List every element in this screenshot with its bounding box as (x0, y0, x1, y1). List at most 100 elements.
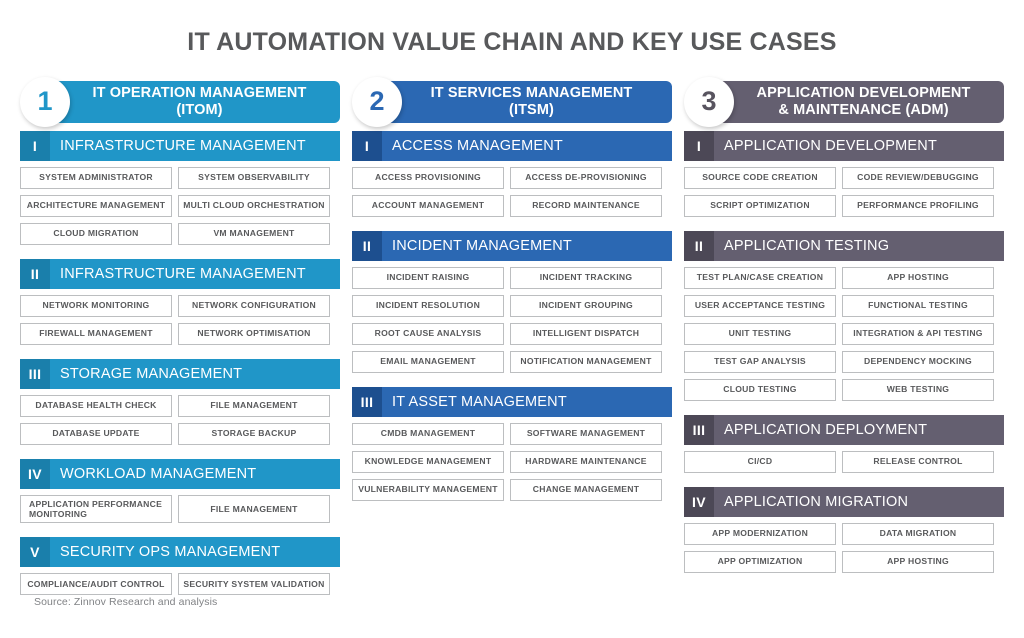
use-case-item: MULTI CLOUD ORCHESTRATION (178, 194, 330, 217)
section-label: APPLICATION TESTING (724, 237, 890, 254)
use-case-item: CHANGE MANAGEMENT (510, 478, 662, 501)
section-numeral: II (20, 258, 50, 289)
column-header-1: 1 IT OPERATION MANAGEMENT (ITOM) (20, 76, 340, 127)
value-chain-columns: 1 IT OPERATION MANAGEMENT (ITOM) I INFRASTR… (0, 76, 1024, 602)
section-header: III IT ASSET MANAGEMENT (352, 386, 672, 417)
section-label: INFRASTRUCTURE MANAGEMENT (60, 137, 306, 154)
section-label: APPLICATION MIGRATION (724, 493, 909, 510)
section-header: I INFRASTRUCTURE MANAGEMENT (20, 130, 340, 161)
use-case-item: INCIDENT GROUPING (510, 294, 662, 317)
column-title: IT SERVICES MANAGEMENT (ITSM) (430, 85, 633, 118)
use-case-item: INCIDENT TRACKING (510, 266, 662, 289)
use-case-item: STORAGE BACKUP (178, 422, 330, 445)
use-case-item: CLOUD TESTING (684, 378, 836, 401)
use-case-item: CLOUD MIGRATION (20, 222, 172, 245)
use-case-item: TEST PLAN/CASE CREATION (684, 266, 836, 289)
column-number-badge: 1 (20, 76, 70, 127)
use-case-item: APP MODERNIZATION (684, 522, 836, 545)
use-case-item: ACCESS PROVISIONING (352, 166, 504, 189)
section-numeral: II (684, 230, 714, 261)
value-chain-column-3: 3 APPLICATION DEVELOPMENT & MAINTENANCE (… (684, 76, 1004, 579)
section-header: II INCIDENT MANAGEMENT (352, 230, 672, 261)
use-case-item: FIREWALL MANAGEMENT (20, 322, 172, 345)
use-case-item: COMPLIANCE/AUDIT CONTROL (20, 573, 172, 596)
section-numeral: I (352, 130, 382, 161)
use-case-item: DEPENDENCY MOCKING (842, 350, 994, 373)
use-case-item: FILE MANAGEMENT (178, 494, 330, 524)
use-case-group: DATABASE HEALTH CHECK FILE MANAGEMENT DATA… (20, 394, 340, 451)
use-case-item: ROOT CAUSE ANALYSIS (352, 322, 504, 345)
section-numeral: IV (20, 458, 50, 489)
use-case-item: HARDWARE MAINTENANCE (510, 450, 662, 473)
use-case-item: ACCESS DE-PROVISIONING (510, 166, 662, 189)
section-numeral: I (684, 130, 714, 161)
section-label: IT ASSET MANAGEMENT (392, 393, 567, 410)
use-case-item: NETWORK MONITORING (20, 294, 172, 317)
use-case-item: SCRIPT OPTIMIZATION (684, 194, 836, 217)
section-numeral: III (684, 414, 714, 445)
section-header: IV APPLICATION MIGRATION (684, 486, 1004, 517)
use-case-group: TEST PLAN/CASE CREATION APP HOSTING USER A… (684, 266, 1004, 407)
use-case-item: VM MANAGEMENT (178, 222, 330, 245)
use-case-item: FILE MANAGEMENT (178, 394, 330, 417)
use-case-item: VULNERABILITY MANAGEMENT (352, 478, 504, 501)
use-case-item: KNOWLEDGE MANAGEMENT (352, 450, 504, 473)
column-title: IT OPERATION MANAGEMENT (ITOM) (92, 85, 307, 118)
section-numeral: II (352, 230, 382, 261)
column-number-badge: 2 (352, 76, 402, 127)
section-header: I ACCESS MANAGEMENT (352, 130, 672, 161)
value-chain-column-1: 1 IT OPERATION MANAGEMENT (ITOM) I INFRASTR… (20, 76, 340, 602)
use-case-item: FUNCTIONAL TESTING (842, 294, 994, 317)
value-chain-column-2: 2 IT SERVICES MANAGEMENT (ITSM) I ACCESS MA… (352, 76, 672, 507)
use-case-item: NETWORK OPTIMISATION (178, 322, 330, 345)
section-numeral: V (20, 537, 50, 568)
use-case-item: SOFTWARE MANAGEMENT (510, 422, 662, 445)
use-case-item: APPLICATION PERFORMANCE MONITORING (20, 494, 172, 524)
section-label: STORAGE MANAGEMENT (60, 365, 243, 382)
use-case-item: APP HOSTING (842, 550, 994, 573)
section-numeral: III (352, 386, 382, 417)
column-header-2: 2 IT SERVICES MANAGEMENT (ITSM) (352, 76, 672, 127)
use-case-item: RELEASE CONTROL (842, 450, 994, 473)
use-case-item: CI/CD (684, 450, 836, 473)
section-header: III STORAGE MANAGEMENT (20, 358, 340, 389)
use-case-item: ARCHITECTURE MANAGEMENT (20, 194, 172, 217)
section-label: APPLICATION DEPLOYMENT (724, 421, 928, 438)
column-header-3: 3 APPLICATION DEVELOPMENT & MAINTENANCE (… (684, 76, 1004, 127)
use-case-item: APP HOSTING (842, 266, 994, 289)
page-title: IT AUTOMATION VALUE CHAIN AND KEY USE CA… (187, 28, 837, 56)
section-numeral: III (20, 358, 50, 389)
section-header: I APPLICATION DEVELOPMENT (684, 130, 1004, 161)
use-case-item: PERFORMANCE PROFILING (842, 194, 994, 217)
section-label: INCIDENT MANAGEMENT (392, 237, 572, 254)
section-header: IV WORKLOAD MANAGEMENT (20, 458, 340, 489)
use-case-item: SECURITY SYSTEM VALIDATION (178, 573, 330, 596)
use-case-group: ACCESS PROVISIONING ACCESS DE-PROVISIONIN… (352, 166, 672, 223)
section-label: ACCESS MANAGEMENT (392, 137, 563, 154)
use-case-group: NETWORK MONITORING NETWORK CONFIGURATION F… (20, 294, 340, 351)
use-case-item: DATABASE UPDATE (20, 422, 172, 445)
section-header: II INFRASTRUCTURE MANAGEMENT (20, 258, 340, 289)
use-case-item: DATA MIGRATION (842, 522, 994, 545)
use-case-item: WEB TESTING (842, 378, 994, 401)
use-case-item: CMDB MANAGEMENT (352, 422, 504, 445)
use-case-item: RECORD MAINTENANCE (510, 194, 662, 217)
use-case-group: APPLICATION PERFORMANCE MONITORING FILE M… (20, 494, 340, 530)
source-note: Source: Zinnov Research and analysis (34, 596, 218, 608)
section-label: WORKLOAD MANAGEMENT (60, 465, 257, 482)
use-case-group: CMDB MANAGEMENT SOFTWARE MANAGEMENT KNOWLE… (352, 422, 672, 507)
use-case-group: SOURCE CODE CREATION CODE REVIEW/DEBUGGIN… (684, 166, 1004, 223)
section-header: III APPLICATION DEPLOYMENT (684, 414, 1004, 445)
infographic-page: IT AUTOMATION VALUE CHAIN AND KEY USE CA… (0, 0, 1024, 638)
use-case-group: INCIDENT RAISING INCIDENT TRACKING INCIDEN… (352, 266, 672, 379)
use-case-item: APP OPTIMIZATION (684, 550, 836, 573)
use-case-item: USER ACCEPTANCE TESTING (684, 294, 836, 317)
section-label: INFRASTRUCTURE MANAGEMENT (60, 265, 306, 282)
use-case-item: SOURCE CODE CREATION (684, 166, 836, 189)
use-case-item: SYSTEM ADMINISTRATOR (20, 166, 172, 189)
section-header: II APPLICATION TESTING (684, 230, 1004, 261)
use-case-item: INTEGRATION & API TESTING (842, 322, 994, 345)
section-label: SECURITY OPS MANAGEMENT (60, 544, 281, 561)
use-case-item: INTELLIGENT DISPATCH (510, 322, 662, 345)
column-title: APPLICATION DEVELOPMENT & MAINTENANCE (A… (756, 85, 971, 118)
